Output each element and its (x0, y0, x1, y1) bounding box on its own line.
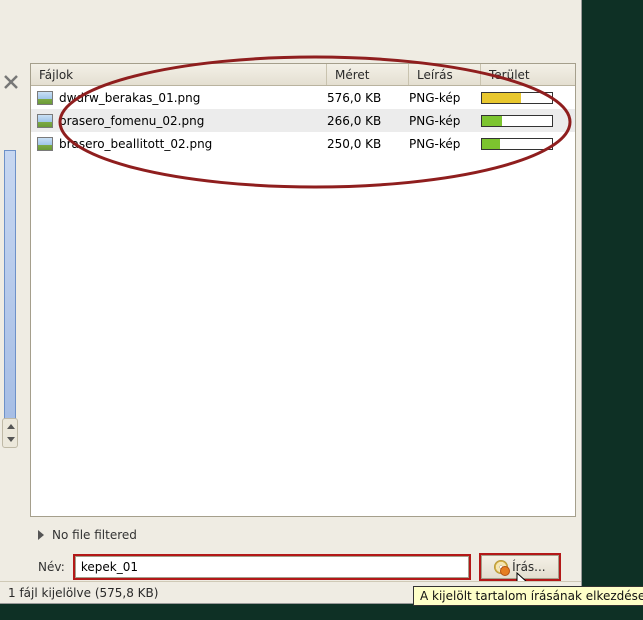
tooltip: A kijelölt tartalom írásának elkezdése (413, 586, 643, 606)
col-desc[interactable]: Leírás (409, 64, 481, 85)
filter-label: No file filtered (52, 528, 137, 542)
table-row[interactable]: dwdrw_berakas_01.png 576,0 KBPNG-kép (31, 86, 575, 109)
write-button[interactable]: Írás... (481, 555, 559, 579)
image-file-icon (37, 91, 53, 105)
status-text: 1 fájl kijelölve (575,8 KB) (8, 586, 158, 600)
file-size: 250,0 KB (327, 137, 409, 151)
col-area[interactable]: Terület (481, 64, 575, 85)
image-file-icon (37, 114, 53, 128)
file-list-panel: Fájlok Méret Leírás Terület dwdrw_beraka… (30, 63, 576, 517)
image-file-icon (37, 137, 53, 151)
file-name: brasero_beallitott_02.png (59, 137, 212, 151)
expand-triangle-icon (38, 530, 44, 540)
file-name: brasero_fomenu_02.png (59, 114, 204, 128)
name-label: Név: (38, 560, 65, 574)
table-row[interactable]: brasero_beallitott_02.png 250,0 KBPNG-kép (31, 132, 575, 155)
filter-row[interactable]: No file filtered (38, 528, 137, 542)
file-size: 266,0 KB (327, 114, 409, 128)
col-files[interactable]: Fájlok (31, 64, 327, 85)
area-bar (481, 138, 553, 150)
annotation-box-name (73, 554, 471, 580)
col-size[interactable]: Méret (327, 64, 409, 85)
file-desc: PNG-kép (409, 137, 481, 151)
file-name: dwdrw_berakas_01.png (59, 91, 200, 105)
disc-icon (494, 560, 508, 574)
table-header: Fájlok Méret Leírás Terület (31, 64, 575, 86)
side-stepper[interactable] (2, 418, 18, 448)
file-desc: PNG-kép (409, 91, 481, 105)
area-bar (481, 115, 553, 127)
file-size: 576,0 KB (327, 91, 409, 105)
side-scroll-area (0, 50, 22, 550)
side-scrollbar[interactable] (4, 150, 16, 440)
area-bar (481, 92, 553, 104)
name-input[interactable] (75, 556, 469, 578)
write-button-label: Írás... (512, 560, 546, 574)
table-row[interactable]: brasero_fomenu_02.png 266,0 KBPNG-kép (31, 109, 575, 132)
annotation-box-write: Írás... (479, 553, 561, 581)
file-desc: PNG-kép (409, 114, 481, 128)
